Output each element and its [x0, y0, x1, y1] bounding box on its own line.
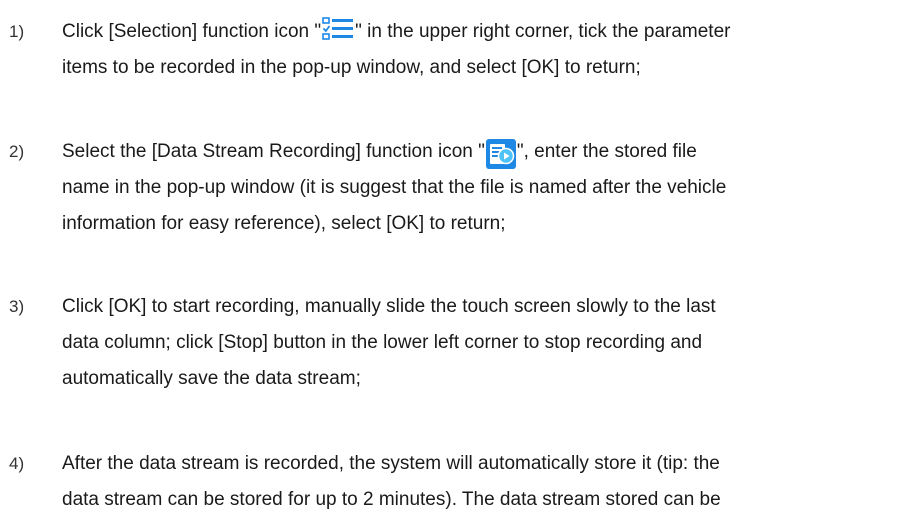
selection-list-icon [322, 17, 354, 54]
step-number: 1) [9, 22, 25, 41]
step-line: After the data stream is recorded, the s… [62, 453, 720, 474]
step-text: Click [OK] to start recording, manually … [62, 289, 912, 397]
step-number: 4) [9, 454, 25, 473]
step-line: Click [OK] to start recording, manually … [62, 296, 716, 317]
step-line: name in the pop-up window (it is suggest… [62, 177, 727, 198]
step-line: automatically save the data stream; [62, 368, 361, 389]
step-text: Click [Selection] function icon " " in t… [62, 14, 912, 86]
step-number: 2) [9, 142, 25, 161]
step-text-segment: " in the upper right corner, tick the pa… [355, 21, 731, 42]
step-line: Click [Selection] function icon " " in t… [62, 14, 912, 50]
step-line: Select the [Data Stream Recording] funct… [62, 134, 912, 170]
data-stream-recording-icon [485, 138, 516, 174]
step-line: data column; click [Stop] button in the … [62, 332, 703, 353]
step-line: information for easy reference), select … [62, 213, 506, 234]
step-text-segment: Select the [Data Stream Recording] funct… [62, 141, 485, 162]
step-text: After the data stream is recorded, the s… [62, 446, 912, 518]
step-number: 3) [9, 297, 25, 316]
step-line: items to be recorded in the pop-up windo… [62, 57, 641, 78]
step-text-segment: Click [Selection] function icon " [62, 21, 322, 42]
step-text: Select the [Data Stream Recording] funct… [62, 134, 912, 242]
step-text-segment: ", enter the stored file [516, 141, 697, 162]
step-line: data stream can be stored for up to 2 mi… [62, 489, 721, 510]
